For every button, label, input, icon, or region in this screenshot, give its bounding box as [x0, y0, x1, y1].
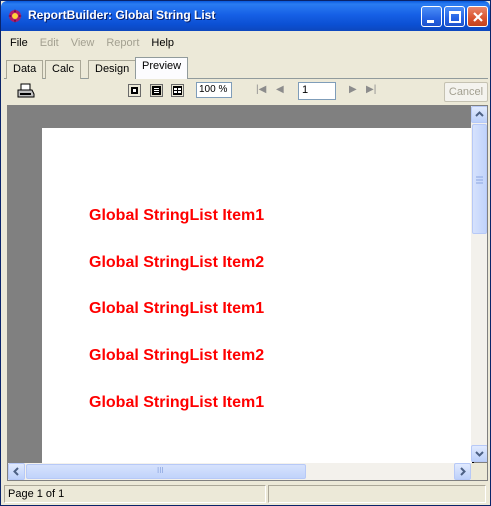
minimize-button[interactable]	[421, 6, 442, 27]
prior-page-icon[interactable]: ◀	[276, 84, 284, 95]
actual-size-icon	[173, 86, 182, 95]
page-number-input[interactable]: 1	[298, 82, 336, 100]
tab-calc[interactable]: Calc	[45, 60, 82, 79]
whole-page-button[interactable]	[128, 84, 141, 97]
hundred-percent-button[interactable]	[171, 84, 184, 97]
printer-icon[interactable]	[17, 83, 35, 99]
zoom-input[interactable]: 100 %	[196, 82, 232, 98]
status-panel-empty	[268, 485, 486, 503]
chevron-down-icon	[475, 451, 484, 457]
grip-icon	[476, 176, 483, 184]
report-page: Global StringList Item1 Global StringLis…	[42, 128, 472, 478]
vertical-scrollbar[interactable]	[471, 106, 487, 462]
tab-design[interactable]: Design	[88, 60, 137, 79]
last-page-icon[interactable]: ▶|	[366, 84, 376, 95]
chevron-right-icon	[460, 467, 466, 476]
first-page-icon[interactable]: |◀	[256, 84, 266, 95]
maximize-icon	[449, 11, 461, 23]
chevron-up-icon	[475, 111, 484, 117]
scroll-corner	[471, 463, 487, 480]
tab-strip: Data Calc Design Preview	[4, 55, 488, 79]
menu-bar: File Edit View Report Help	[4, 34, 180, 52]
preview-toolbar: 100 % |◀ ◀ 1 ▶ ▶| Cancel	[4, 80, 488, 102]
report-line: Global StringList Item1	[89, 394, 265, 411]
report-line: Global StringList Item2	[89, 254, 265, 271]
scroll-grip: III	[157, 466, 164, 475]
cancel-button[interactable]: Cancel	[444, 82, 488, 102]
close-button[interactable]	[467, 6, 488, 27]
menu-view[interactable]: View	[65, 37, 101, 49]
whole-page-icon	[131, 87, 138, 94]
horizontal-scroll-thumb[interactable]: III	[26, 464, 306, 479]
next-page-icon[interactable]: ▶	[349, 84, 357, 95]
tab-data[interactable]: Data	[6, 60, 44, 79]
maximize-button[interactable]	[444, 6, 465, 27]
menu-report[interactable]: Report	[100, 37, 145, 49]
scroll-left-button[interactable]	[8, 463, 25, 480]
minimize-icon	[427, 20, 434, 23]
preview-viewport[interactable]: Global StringList Item1 Global StringLis…	[7, 105, 488, 481]
scroll-up-button[interactable]	[471, 106, 487, 123]
report-line: Global StringList Item1	[89, 300, 265, 317]
close-icon	[473, 12, 483, 22]
menu-edit[interactable]: Edit	[34, 37, 65, 49]
report-line: Global StringList Item1	[89, 207, 265, 224]
page-width-icon	[152, 86, 161, 95]
report-line: Global StringList Item2	[89, 347, 265, 364]
vertical-scroll-thumb[interactable]	[472, 124, 487, 234]
title-bar[interactable]: ReportBuilder: Global String List	[1, 1, 490, 31]
scroll-right-button[interactable]	[454, 463, 471, 480]
menu-file[interactable]: File	[4, 37, 34, 49]
page-width-button[interactable]	[150, 84, 163, 97]
status-page-info: Page 1 of 1	[4, 485, 266, 503]
window-title: ReportBuilder: Global String List	[28, 8, 216, 22]
chevron-left-icon	[13, 467, 19, 476]
status-bar: Page 1 of 1	[4, 485, 488, 504]
menu-help[interactable]: Help	[145, 37, 180, 49]
report-builder-window: ReportBuilder: Global String List File E…	[0, 0, 491, 506]
tab-preview[interactable]: Preview	[135, 57, 189, 79]
horizontal-scrollbar[interactable]: III	[8, 463, 471, 480]
scroll-down-button[interactable]	[471, 445, 487, 462]
app-icon	[8, 9, 22, 23]
